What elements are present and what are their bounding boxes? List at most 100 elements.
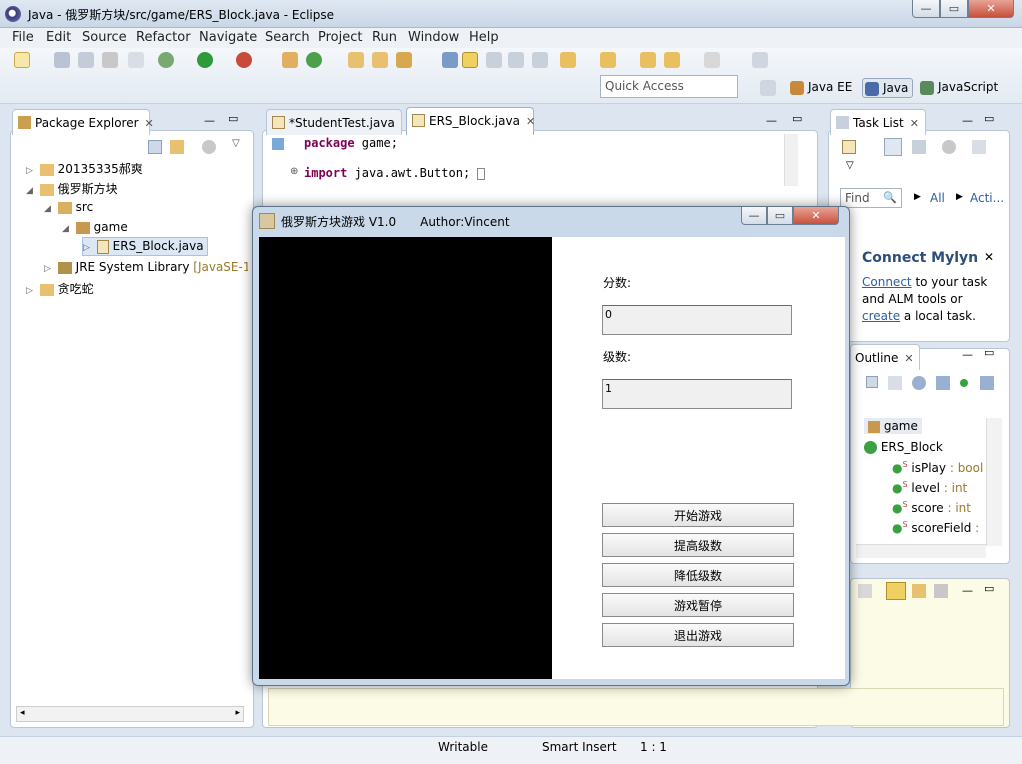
maximize-view-icon[interactable]: ▭ — [984, 112, 994, 125]
tab-task-list[interactable]: Task List ✕ — [830, 109, 926, 135]
perspective-javascript[interactable]: JavaScript — [918, 78, 1002, 98]
maximize-view-icon[interactable]: ▭ — [228, 112, 238, 125]
show-pilcrow-icon[interactable] — [532, 52, 548, 68]
open-task-icon[interactable] — [372, 52, 388, 68]
perspective-java-ee[interactable]: Java EE — [788, 78, 856, 98]
external-tools-icon[interactable] — [236, 52, 252, 68]
back-icon[interactable] — [858, 584, 872, 598]
score-field[interactable]: 0 — [602, 305, 792, 335]
hide-local-types-icon[interactable] — [980, 376, 994, 390]
code-line-2[interactable]: import java.awt.Button; — [304, 166, 486, 180]
menu-help[interactable]: Help — [469, 30, 499, 45]
menu-search[interactable]: Search — [265, 30, 310, 45]
maximize-view-icon[interactable]: ▭ — [792, 112, 802, 125]
hide-static-icon[interactable] — [936, 376, 950, 390]
game-play-area[interactable] — [259, 237, 552, 679]
outline-item-field[interactable]: ●S score : int — [892, 500, 971, 515]
task-filter-all[interactable]: All — [930, 191, 945, 205]
tree-item-project-1[interactable]: ▷ 20135335郝爽 — [26, 160, 143, 177]
hide-completed-icon[interactable] — [972, 140, 986, 154]
back-icon[interactable] — [664, 52, 680, 68]
maximize-view-icon[interactable]: ▭ — [984, 346, 994, 359]
last-edit-icon[interactable] — [640, 52, 656, 68]
tree-item-jre-library[interactable]: ▷ JRE System Library [JavaSE-1 — [44, 260, 248, 274]
sort-icon[interactable] — [888, 376, 902, 390]
link-with-editor-icon[interactable] — [170, 140, 184, 154]
new-icon[interactable] — [14, 52, 30, 68]
menu-file[interactable]: File — [12, 30, 34, 45]
tree-item-project-2[interactable]: ◢ 俄罗斯方块 — [26, 180, 118, 197]
link-icon[interactable] — [886, 582, 906, 600]
outline-item-class[interactable]: ERS_Block — [864, 440, 943, 454]
increase-level-button[interactable]: 提高级数 — [602, 533, 794, 557]
collapse-all-icon[interactable] — [866, 376, 878, 388]
game-close-button[interactable]: ✕ — [793, 207, 839, 225]
open-perspective-icon[interactable] — [760, 80, 776, 96]
close-icon[interactable]: ✕ — [904, 352, 913, 365]
menu-window[interactable]: Window — [408, 30, 459, 45]
forward-icon[interactable] — [704, 52, 720, 68]
task-find-input[interactable]: Find 🔍 — [840, 188, 902, 208]
pause-game-button[interactable]: 游戏暂停 — [602, 593, 794, 617]
outline-horizontal-scrollbar[interactable] — [856, 544, 986, 558]
close-icon[interactable]: ✕ — [145, 117, 154, 130]
view-options-icon[interactable] — [934, 584, 948, 598]
toggle-mark-occurrences-icon[interactable] — [462, 52, 478, 68]
exit-game-button[interactable]: 退出游戏 — [602, 623, 794, 647]
close-icon[interactable]: ✕ — [910, 117, 919, 130]
task-activate-link[interactable]: Acti... — [970, 191, 1004, 205]
maximize-view-icon[interactable]: ▭ — [984, 582, 994, 595]
scheduled-icon[interactable] — [912, 140, 926, 154]
open-declaration-icon[interactable] — [912, 584, 926, 598]
hide-fields-icon[interactable] — [912, 376, 926, 390]
focus-icon[interactable] — [202, 140, 216, 154]
level-field[interactable]: 1 — [602, 379, 792, 409]
fold-expand-icon[interactable]: ⊕ — [290, 166, 298, 177]
outline-item-field[interactable]: ●S isPlay : bool — [892, 460, 983, 475]
tab-student-test[interactable]: *StudentTest.java — [266, 109, 402, 135]
outline-item-field[interactable]: ●S scoreField : — [892, 520, 979, 535]
maximize-button[interactable]: ▭ — [940, 0, 968, 18]
run-icon[interactable] — [197, 52, 213, 68]
menu-refactor[interactable]: Refactor — [136, 30, 191, 45]
new-package-icon[interactable] — [282, 52, 298, 68]
pin-icon[interactable] — [752, 52, 768, 68]
menu-edit[interactable]: Edit — [46, 30, 71, 45]
tree-item-ers-block[interactable]: ▷ ERS_Block.java — [82, 237, 208, 256]
print-icon[interactable] — [102, 52, 118, 68]
scroll-left-icon[interactable]: ◂ — [20, 708, 25, 718]
categorized-icon[interactable] — [884, 138, 902, 156]
save-all-icon[interactable] — [78, 52, 94, 68]
decrease-level-button[interactable]: 降低级数 — [602, 563, 794, 587]
minimize-view-icon[interactable]: — — [962, 584, 973, 597]
debug-icon[interactable] — [158, 52, 174, 68]
menu-source[interactable]: Source — [82, 30, 127, 45]
next-annotation-icon[interactable] — [442, 52, 458, 68]
minimize-view-icon[interactable]: — — [204, 114, 215, 127]
menu-navigate[interactable]: Navigate — [199, 30, 257, 45]
view-menu-icon[interactable]: ▽ — [846, 160, 854, 171]
save-icon[interactable] — [54, 52, 70, 68]
quick-access-input[interactable]: Quick Access — [600, 75, 738, 98]
tree-item-project-3[interactable]: ▷ 贪吃蛇 — [26, 280, 94, 297]
new-task-icon[interactable] — [842, 140, 856, 154]
code-line-1[interactable]: package game; — [304, 136, 398, 150]
show-whitespace-icon[interactable] — [508, 52, 524, 68]
start-game-button[interactable]: 开始游戏 — [602, 503, 794, 527]
outline-item-package[interactable]: game — [864, 418, 922, 434]
outline-vertical-scrollbar[interactable] — [986, 418, 1002, 546]
skip-breakpoints-icon[interactable] — [128, 52, 144, 68]
focus-icon[interactable] — [942, 140, 956, 154]
game-minimize-button[interactable]: — — [741, 207, 767, 225]
tab-ers-block[interactable]: ERS_Block.java ✕ — [406, 107, 535, 135]
game-maximize-button[interactable]: ▭ — [767, 207, 793, 225]
editor-vertical-scrollbar[interactable] — [784, 134, 798, 186]
connect-link[interactable]: Connect — [862, 275, 912, 289]
view-menu-icon[interactable]: ▽ — [232, 138, 240, 149]
horizontal-scrollbar[interactable]: ◂ ▸ — [16, 706, 244, 722]
hide-nonpublic-icon[interactable] — [960, 379, 968, 387]
perspective-java[interactable]: Java — [862, 78, 914, 98]
tree-item-src[interactable]: ◢ src — [44, 200, 93, 214]
collapse-all-icon[interactable] — [148, 140, 162, 154]
tab-outline[interactable]: Outline ✕ — [850, 344, 920, 370]
